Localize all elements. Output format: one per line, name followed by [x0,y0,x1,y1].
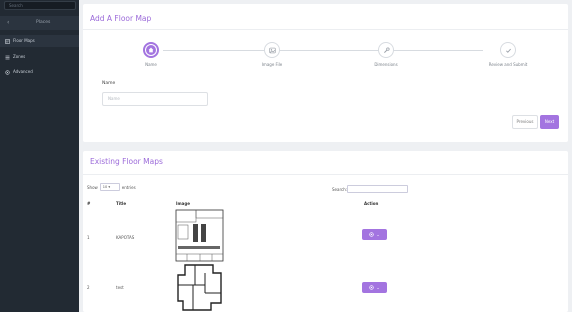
table-search-label: Search: [332,187,348,192]
add-floor-map-title: Add A Floor Map [90,14,152,23]
wizard-progress-line [163,50,483,51]
chevron-left-icon: ‹ [7,19,10,26]
sidebar-item-floor-maps[interactable]: Floor Maps [0,35,79,47]
column-header-number[interactable]: # [87,201,90,206]
column-header-image[interactable]: Image [176,201,190,206]
add-floor-map-card: Add A Floor Map Name Image File Dimensio… [83,4,568,142]
sidebar-item-zones[interactable]: Zones [0,51,79,63]
wrench-icon [383,46,390,53]
entries-label: entries [121,184,136,190]
row-action-button[interactable]: ⌄ [362,282,387,293]
divider [83,174,568,175]
row-action-button[interactable]: ⌄ [362,229,387,240]
sidebar-back-label: Places [36,20,51,25]
column-header-action[interactable]: Action [364,201,378,206]
floor-map-thumbnail[interactable] [175,263,224,312]
wizard-step-label: Dimensions [374,62,398,67]
previous-button[interactable]: Previous [512,115,538,129]
gear-icon [5,69,10,75]
sidebar-search-input[interactable]: Search [4,1,76,10]
table-search-input[interactable] [347,185,408,193]
gear-icon [369,232,374,237]
entries-length-control: Show 10 ▾ entries [87,183,136,191]
wizard-step-label: Image File [261,62,283,67]
column-header-title[interactable]: Title [116,201,126,206]
row-number: 1 [87,235,90,240]
row-number: 2 [87,285,90,290]
sidebar-item-label: Zones [13,54,26,59]
wizard-step-image-file[interactable] [264,42,280,58]
row-title: KAPOTAS [116,235,135,240]
main-content: Add A Floor Map Name Image File Dimensio… [79,0,572,312]
wizard-step-dimensions[interactable] [378,42,394,58]
existing-floor-maps-card: Existing Floor Maps Show 10 ▾ entries Se… [83,151,568,312]
name-field-label: Name [102,81,116,86]
list-icon [5,55,10,59]
sidebar-back-places[interactable]: ‹ Places [0,16,79,30]
sidebar-item-advanced[interactable]: Advanced [0,66,79,78]
existing-floor-maps-title: Existing Floor Maps [90,157,163,166]
sidebar-item-label: Floor Maps [13,38,35,43]
wizard-step-label: Name [145,62,157,67]
chevron-down-icon: ⌄ [376,285,380,290]
row-title: test [116,285,124,290]
name-input[interactable]: Name [102,92,208,106]
divider [83,29,568,30]
next-button[interactable]: Next [540,115,559,129]
floor-map-thumbnail[interactable] [175,209,224,262]
map-icon [5,38,10,44]
gear-icon [369,285,374,290]
wizard-step-label: Review and Submit [488,62,528,67]
show-label: Show [87,184,98,190]
check-icon [505,48,511,53]
wizard-step-review-submit[interactable] [500,42,516,58]
wizard-step-name[interactable] [143,42,159,58]
chevron-down-icon: ⌄ [376,232,380,237]
sidebar: Search ‹ Places Floor Maps Zones Advance… [0,0,79,312]
image-icon [268,47,276,53]
home-icon [148,47,154,53]
sidebar-item-label: Advanced [13,69,33,74]
entries-select[interactable]: 10 ▾ [99,183,120,191]
